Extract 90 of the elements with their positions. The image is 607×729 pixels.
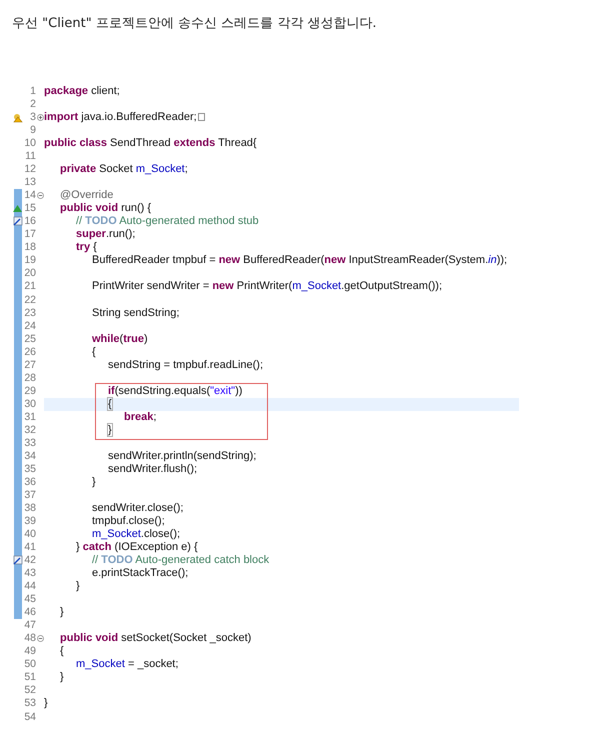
code-line: // TODO Auto-generated catch block	[91, 554, 270, 568]
code-line: } catch (IOException e) {	[75, 541, 199, 554]
code-line: tmpbuf.close();	[91, 515, 166, 528]
code-line: PrintWriter sendWriter = new PrintWriter(m_Socket.getOutputStream());	[91, 280, 443, 294]
line-number: 51	[24, 671, 36, 684]
line-number: 3	[30, 111, 36, 124]
code-line: import java.io.BufferedReader;	[44, 111, 519, 124]
line-number: 47	[24, 619, 36, 632]
code-line: e.printStackTrace();	[91, 567, 190, 580]
line-number: 35	[24, 462, 36, 476]
line-number: 14	[24, 189, 36, 202]
code-line: }	[91, 476, 97, 489]
line-number: 54	[24, 710, 36, 724]
line-number: 27	[24, 358, 36, 372]
line-number: 36	[24, 476, 36, 489]
intro-text: 우선 "Client" 프로젝트안에 송수신 스레드를 각각 생성합니다.	[12, 15, 377, 33]
line-number: 10	[24, 137, 36, 150]
line-number: 22	[24, 294, 36, 307]
code-line: sendString = tmpbuf.readLine();	[107, 358, 264, 372]
code-line: }	[59, 671, 65, 684]
collapse-icon[interactable]	[36, 635, 44, 642]
line-number: 42	[24, 554, 36, 568]
line-number: 34	[24, 450, 36, 463]
line-number: 30	[24, 398, 36, 411]
line-number: 13	[24, 176, 36, 190]
line-number: 37	[24, 488, 36, 502]
code-line: public class SendThread extends Thread{	[44, 137, 258, 150]
line-number: 44	[24, 580, 36, 594]
code-line: m_Socket.close();	[91, 528, 182, 542]
line-number: 20	[24, 267, 36, 280]
code-line: @Override	[59, 189, 114, 202]
expand-icon[interactable]	[36, 114, 44, 122]
line-number: 19	[24, 254, 36, 268]
line-number: 45	[24, 593, 36, 606]
line-number: 49	[24, 645, 36, 658]
line-number: 38	[24, 502, 36, 516]
code-line: }	[59, 606, 65, 620]
code-line: super.run();	[75, 228, 136, 242]
code-line: m_Socket = _socket;	[75, 658, 180, 672]
line-number: 18	[24, 241, 36, 254]
line-number: 39	[24, 515, 36, 528]
line-number: 21	[24, 280, 36, 294]
line-number: 24	[24, 320, 36, 333]
line-number: 52	[24, 684, 36, 698]
code-line: }	[107, 424, 113, 437]
code-line: // TODO Auto-generated method stub	[75, 215, 260, 228]
line-number: 48	[24, 632, 36, 646]
line-number: 25	[24, 332, 36, 346]
line-number: 9	[30, 124, 36, 138]
line-number: 43	[24, 567, 36, 580]
line-number: 26	[24, 346, 36, 359]
line-number: 2	[30, 98, 36, 112]
code-line: public void run() {	[59, 202, 152, 216]
code-line: String sendString;	[91, 306, 180, 320]
code-line: package client;	[44, 85, 121, 98]
code-line: sendWriter.println(sendString);	[107, 450, 258, 463]
code-line: sendWriter.close();	[91, 502, 184, 516]
code-line: sendWriter.flush();	[107, 462, 198, 476]
code-line: if(sendString.equals("exit"))	[107, 384, 244, 398]
collapse-icon[interactable]	[36, 192, 44, 200]
task-icon	[13, 555, 23, 566]
line-number: 33	[24, 436, 36, 450]
code-line: while(true)	[91, 332, 149, 346]
line-number: 53	[24, 697, 36, 710]
line-number: 31	[24, 410, 36, 424]
line-number: 15	[24, 202, 36, 216]
code-line: }	[44, 697, 49, 710]
code-line: try {	[75, 241, 98, 254]
code-line: {	[59, 645, 65, 658]
line-number: 46	[24, 606, 36, 620]
code-line: }	[75, 580, 81, 594]
line-number: 11	[25, 150, 36, 164]
line-number: 16	[24, 215, 36, 228]
code-line: BufferedReader tmpbuf = new BufferedReader(new InputStreamReader(System.in));	[91, 254, 508, 268]
line-number: 41	[24, 541, 36, 554]
line-number: 23	[24, 306, 36, 320]
line-number: 40	[24, 528, 36, 542]
line-number: 1	[30, 85, 36, 98]
code-line: {	[91, 346, 97, 359]
warning-icon	[13, 113, 23, 124]
line-number: 12	[24, 163, 36, 176]
line-number: 32	[24, 424, 36, 437]
triangle-icon	[13, 205, 22, 212]
code-line: private Socket m_Socket;	[59, 163, 189, 176]
line-number: 29	[24, 384, 36, 398]
line-number: 50	[24, 658, 36, 672]
line-number: 28	[24, 372, 36, 385]
line-number: 17	[24, 228, 36, 242]
code-line: public void setSocket(Socket _socket)	[59, 632, 252, 646]
code-line: break;	[123, 410, 158, 424]
